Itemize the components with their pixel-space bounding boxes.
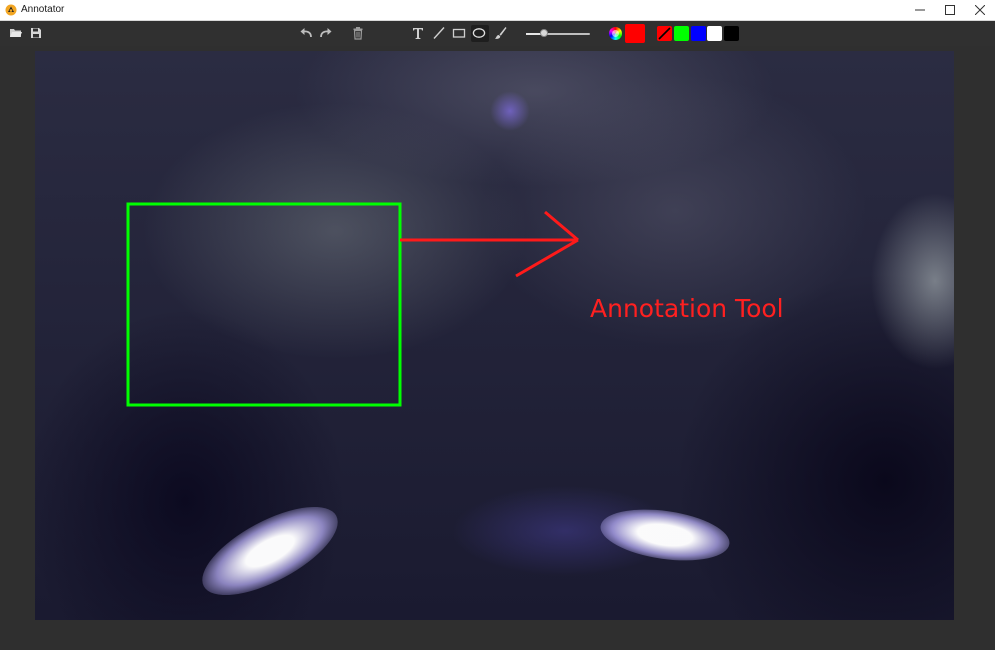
- toolbar: [0, 21, 995, 46]
- redo-button[interactable]: [318, 25, 336, 42]
- slider-handle[interactable]: [539, 29, 548, 37]
- color-black-swatch[interactable]: [724, 26, 739, 41]
- maximize-button[interactable]: [935, 0, 965, 20]
- text-annotation[interactable]: Annotation Tool: [590, 294, 784, 323]
- color-white-swatch[interactable]: [707, 26, 722, 41]
- undo-icon: [300, 28, 312, 38]
- open-button[interactable]: [8, 25, 26, 42]
- ellipse-tool-icon: [472, 28, 486, 38]
- rectangle-annotation[interactable]: [126, 202, 402, 407]
- color-blue-swatch[interactable]: [691, 26, 706, 41]
- image-canvas[interactable]: [35, 51, 954, 620]
- minimize-button[interactable]: [905, 0, 935, 20]
- close-icon: [975, 5, 985, 15]
- undo-button[interactable]: [298, 25, 316, 42]
- save-icon: [31, 28, 41, 38]
- stroke-width-slider[interactable]: [526, 29, 590, 38]
- window-title: Annotator: [21, 4, 65, 15]
- line-tool-button[interactable]: [431, 25, 449, 42]
- color-none-swatch[interactable]: [657, 26, 672, 41]
- rectangle-tool-button[interactable]: [451, 25, 469, 42]
- title-bar: Annotator: [0, 0, 995, 21]
- brush-tool-icon: [495, 27, 507, 39]
- ellipse-tool-button[interactable]: [471, 25, 489, 42]
- current-color-swatch[interactable]: [625, 24, 645, 43]
- rectangle-tool-icon: [452, 28, 466, 38]
- arrow-annotation[interactable]: [400, 210, 579, 278]
- no-color-icon: [658, 27, 671, 40]
- brush-tool-button[interactable]: [492, 25, 510, 42]
- close-button[interactable]: [965, 0, 995, 20]
- minimize-icon: [915, 9, 925, 11]
- color-wheel-icon[interactable]: [609, 27, 622, 40]
- line-tool-icon: [433, 27, 445, 39]
- maximize-icon: [945, 5, 955, 15]
- delete-icon: [353, 27, 363, 40]
- app-logo-icon: [5, 4, 17, 16]
- color-green-swatch[interactable]: [674, 26, 689, 41]
- annotation-layer: [126, 202, 579, 407]
- text-tool-button[interactable]: [410, 25, 428, 42]
- text-tool-icon: [413, 28, 423, 39]
- redo-icon: [320, 28, 332, 38]
- delete-button[interactable]: [350, 25, 368, 42]
- open-folder-icon: [10, 29, 22, 37]
- save-button[interactable]: [28, 25, 46, 42]
